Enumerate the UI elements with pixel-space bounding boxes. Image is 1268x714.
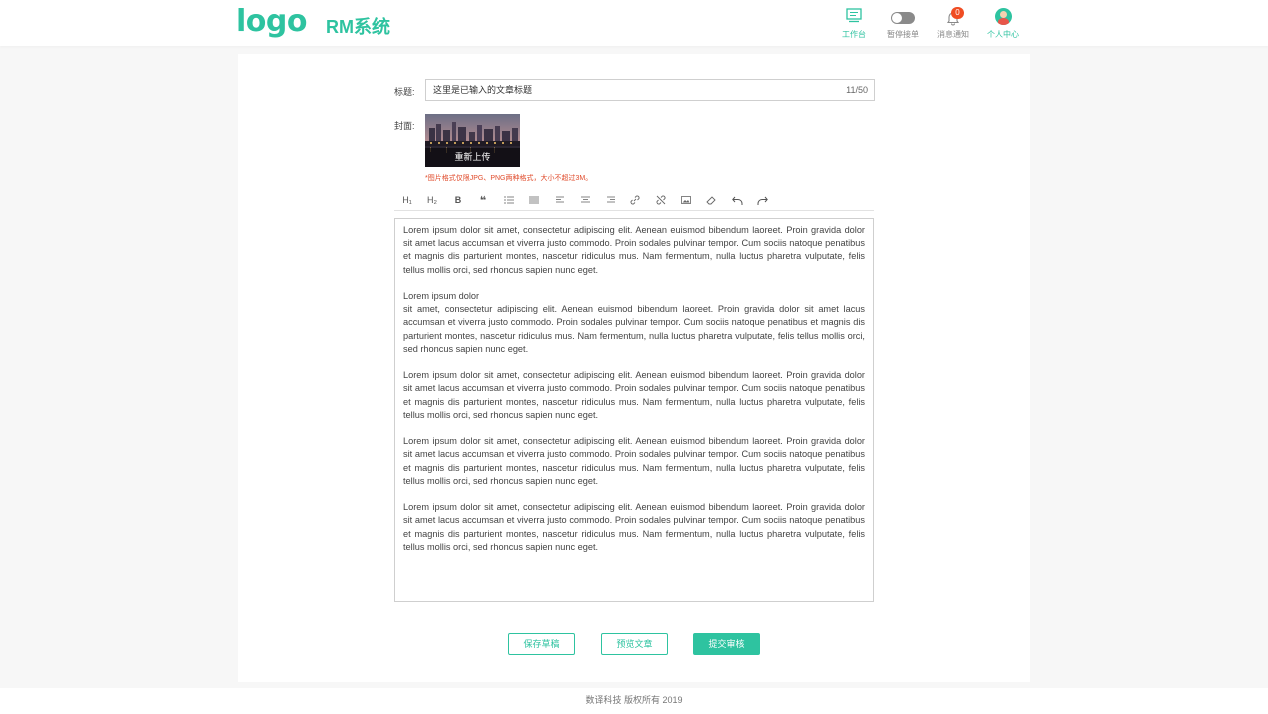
bold-icon[interactable]: B xyxy=(449,192,467,208)
top-header: logo RM系统 工作台 暂停接单 0 消息通知 个人中心 xyxy=(0,0,1268,46)
editor-paragraph: Lorem ipsum dolor sit amet, consectetur … xyxy=(403,370,865,420)
image-icon[interactable] xyxy=(677,192,695,208)
nav-label: 工作台 xyxy=(842,30,866,39)
link-icon[interactable] xyxy=(626,192,644,208)
title-label: 标题: xyxy=(394,87,415,97)
submit-review-button[interactable]: 提交审核 xyxy=(693,633,760,655)
unordered-list-icon[interactable] xyxy=(525,192,543,208)
editor-paragraph: Lorem ipsum dolor sit amet, consectetur … xyxy=(403,225,865,275)
save-draft-button[interactable]: 保存草稿 xyxy=(508,633,575,655)
editor-paragraph: Lorem ipsum dolor sit amet, consectetur … xyxy=(403,436,865,486)
undo-icon[interactable] xyxy=(728,192,746,208)
avatar-icon xyxy=(984,8,1022,26)
system-name: RM系统 xyxy=(326,17,390,37)
redo-icon[interactable] xyxy=(753,192,771,208)
align-center-icon[interactable] xyxy=(576,192,594,208)
preview-button[interactable]: 预览文章 xyxy=(601,633,668,655)
ordered-list-icon[interactable] xyxy=(500,192,518,208)
nav-label: 暂停接单 xyxy=(887,30,919,39)
copyright-text: 数译科技 版权所有 2019 xyxy=(585,695,683,705)
editor-paragraph: Lorem ipsum dolor xyxy=(403,291,480,301)
align-left-icon[interactable] xyxy=(551,192,569,208)
cover-image[interactable]: 重新上传 xyxy=(425,114,520,167)
notification-badge: 0 xyxy=(951,7,964,19)
cover-label: 封面: xyxy=(394,121,415,131)
eraser-icon[interactable] xyxy=(702,192,720,208)
nav-workbench[interactable]: 工作台 xyxy=(840,8,868,42)
align-right-icon[interactable] xyxy=(601,192,619,208)
nav-label: 个人中心 xyxy=(987,30,1019,39)
article-editor[interactable]: Lorem ipsum dolor sit amet, consectetur … xyxy=(394,218,874,602)
h1-icon[interactable]: H₁ xyxy=(398,192,416,208)
editor-toolbar: H₁ H₂ B ❝ xyxy=(394,189,874,211)
title-input[interactable]: 这里是已输入的文章标题 11/50 xyxy=(425,79,875,101)
nav-messages[interactable]: 0 消息通知 xyxy=(934,7,972,42)
quote-icon[interactable]: ❝ xyxy=(474,192,492,208)
editor-paragraph: sit amet, consectetur adipiscing elit. A… xyxy=(403,304,865,354)
editor-paragraph: Lorem ipsum dolor sit amet, consectetur … xyxy=(403,502,865,552)
title-value: 这里是已输入的文章标题 xyxy=(433,85,533,95)
nav-pause-orders[interactable]: 暂停接单 xyxy=(884,8,922,42)
unlink-icon[interactable] xyxy=(652,192,670,208)
reupload-button[interactable]: 重新上传 xyxy=(425,148,520,167)
title-char-count: 11/50 xyxy=(846,85,868,95)
bell-icon: 0 xyxy=(934,7,972,26)
page-footer: 数译科技 版权所有 2019 xyxy=(0,688,1268,714)
cover-format-hint: *图片格式仅限JPG、PNG两种格式，大小不超过3M。 xyxy=(425,175,593,182)
toggle-icon[interactable] xyxy=(884,8,922,26)
nav-profile[interactable]: 个人中心 xyxy=(984,8,1022,42)
nav-label: 消息通知 xyxy=(937,30,969,39)
h2-icon[interactable]: H₂ xyxy=(423,192,441,208)
monitor-icon xyxy=(840,8,868,26)
logo[interactable]: logo xyxy=(236,4,307,39)
